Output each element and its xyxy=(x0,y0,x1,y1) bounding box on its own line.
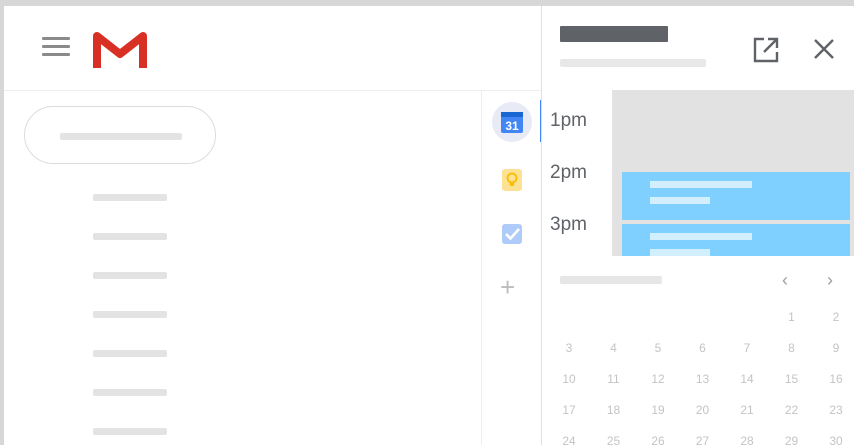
calendar-day[interactable]: 14 xyxy=(732,372,762,386)
nav-item-placeholder[interactable] xyxy=(93,194,167,201)
calendar-day[interactable]: 27 xyxy=(688,434,718,445)
calendar-day[interactable]: 5 xyxy=(643,341,673,355)
side-panel-rail: 31 + xyxy=(481,90,542,445)
calendar-day[interactable]: 7 xyxy=(732,341,762,355)
nav-item-placeholder[interactable] xyxy=(93,350,167,357)
calendar-day[interactable]: 24 xyxy=(554,434,584,445)
calendar-day[interactable]: 20 xyxy=(688,403,718,417)
nav-item-placeholder[interactable] xyxy=(93,428,167,435)
chevron-left-icon[interactable]: ‹ xyxy=(782,270,788,291)
calendar-event[interactable] xyxy=(622,224,850,256)
menu-icon[interactable] xyxy=(42,37,70,57)
app-window: 31 + 1pm 2pm 3pm ‹ › 1 2 3 4 5 6 7 8 9 1… xyxy=(4,6,854,445)
calendar-day[interactable]: 6 xyxy=(688,341,718,355)
panel-subtitle-placeholder xyxy=(560,59,706,67)
event-title-placeholder xyxy=(650,181,752,188)
month-label-placeholder xyxy=(560,276,662,284)
calendar-day[interactable]: 22 xyxy=(777,403,807,417)
calendar-day[interactable]: 11 xyxy=(599,372,629,386)
calendar-app-button[interactable]: 31 xyxy=(492,102,532,142)
nav-item-placeholder[interactable] xyxy=(93,272,167,279)
time-label: 2pm xyxy=(550,162,587,183)
nav-item-placeholder[interactable] xyxy=(93,233,167,240)
calendar-panel: 1pm 2pm 3pm ‹ › 1 2 3 4 5 6 7 8 9 10 11 12 13 14 15 16 1… xyxy=(541,6,854,445)
calendar-day[interactable]: 8 xyxy=(777,341,807,355)
add-icon[interactable]: + xyxy=(500,274,515,300)
calendar-day[interactable]: 12 xyxy=(643,372,673,386)
calendar-day[interactable]: 13 xyxy=(688,372,718,386)
calendar-day[interactable]: 25 xyxy=(599,434,629,445)
calendar-day[interactable]: 15 xyxy=(777,372,807,386)
calendar-day[interactable]: 9 xyxy=(821,341,851,355)
event-time-placeholder xyxy=(650,197,710,204)
chevron-right-icon[interactable]: › xyxy=(827,270,833,291)
calendar-day[interactable]: 19 xyxy=(643,403,673,417)
close-icon[interactable] xyxy=(812,37,836,61)
compose-button[interactable] xyxy=(24,106,216,164)
event-title-placeholder xyxy=(650,233,752,240)
calendar-day[interactable]: 17 xyxy=(554,403,584,417)
calendar-day[interactable]: 2 xyxy=(821,310,851,324)
calendar-day[interactable]: 28 xyxy=(732,434,762,445)
tasks-app-button[interactable] xyxy=(492,214,532,254)
calendar-day[interactable]: 18 xyxy=(599,403,629,417)
calendar-day[interactable]: 4 xyxy=(599,341,629,355)
calendar-event[interactable] xyxy=(622,172,850,220)
calendar-day[interactable]: 16 xyxy=(821,372,851,386)
compose-label-placeholder xyxy=(60,133,182,140)
calendar-day[interactable]: 29 xyxy=(777,434,807,445)
calendar-icon-number: 31 xyxy=(505,119,519,133)
nav-item-placeholder[interactable] xyxy=(93,311,167,318)
keep-icon xyxy=(502,169,522,191)
time-label: 1pm xyxy=(550,110,587,131)
gmail-header xyxy=(4,6,541,91)
open-in-new-icon[interactable] xyxy=(752,36,780,64)
calendar-icon: 31 xyxy=(501,112,523,133)
mini-calendar: ‹ › 1 2 3 4 5 6 7 8 9 10 11 12 13 14 15 16 17 18 19 20 21 22 2… xyxy=(542,258,854,445)
day-timeline: 1pm 2pm 3pm xyxy=(542,90,854,256)
time-label: 3pm xyxy=(550,214,587,235)
calendar-day[interactable]: 30 xyxy=(821,434,851,445)
calendar-day[interactable]: 23 xyxy=(821,403,851,417)
nav-item-placeholder[interactable] xyxy=(93,389,167,396)
calendar-day[interactable]: 10 xyxy=(554,372,584,386)
keep-app-button[interactable] xyxy=(492,160,532,200)
calendar-day[interactable]: 3 xyxy=(554,341,584,355)
gmail-logo[interactable] xyxy=(93,30,147,70)
calendar-day[interactable]: 26 xyxy=(643,434,673,445)
calendar-day[interactable]: 21 xyxy=(732,403,762,417)
calendar-day[interactable]: 1 xyxy=(777,310,807,324)
tasks-icon xyxy=(502,224,522,244)
panel-title-placeholder xyxy=(560,26,668,42)
event-time-placeholder xyxy=(650,249,710,256)
